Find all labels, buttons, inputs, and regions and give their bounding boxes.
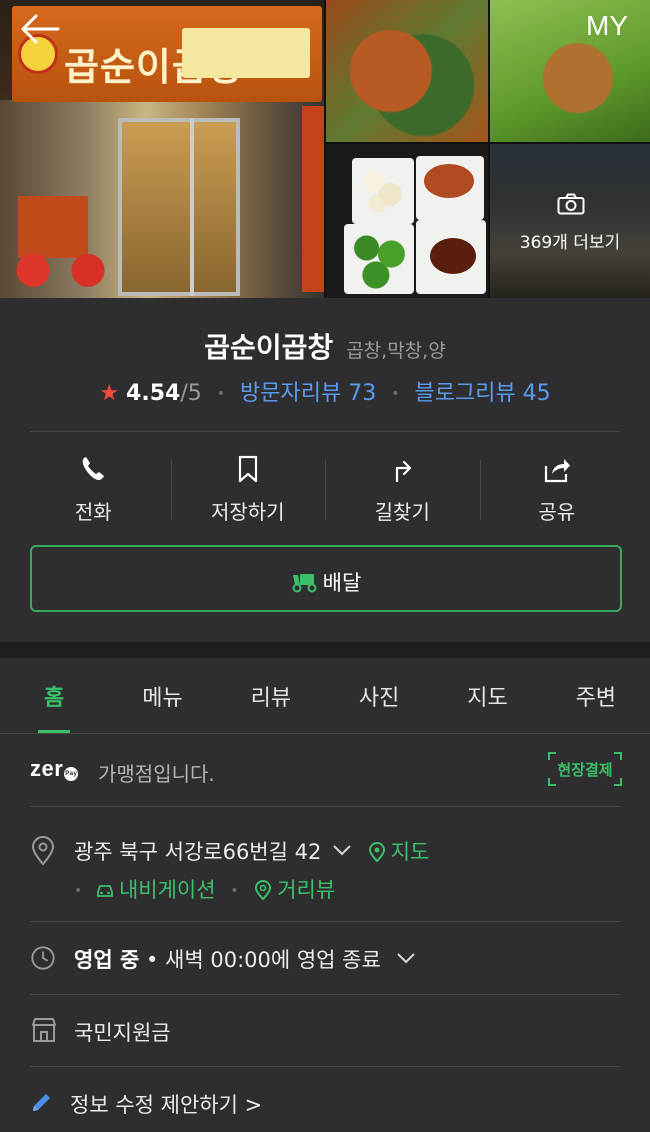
food-photo-stirfry[interactable] — [326, 0, 488, 142]
tab-bar: 홈 메뉴 리뷰 사진 지도 주변 — [0, 658, 650, 734]
delivery-button-content: 배달 — [32, 567, 620, 597]
food-photo-side-dishes[interactable] — [326, 144, 488, 298]
map-link[interactable]: 지도 — [367, 840, 430, 864]
store-door-frame — [190, 118, 194, 296]
street-view-pin-icon — [255, 880, 272, 900]
delivery-label: 배달 — [322, 571, 362, 595]
business-hours-row[interactable]: 영업 중 • 새벽 00:00에 영업 종료 — [30, 940, 622, 980]
phone-icon — [82, 457, 105, 480]
pencil-icon — [33, 1094, 50, 1111]
separator-dot: • — [230, 883, 239, 899]
red-chairs — [0, 252, 110, 298]
red-pepper-paste — [424, 164, 474, 198]
divider — [30, 431, 620, 432]
blog-reviews-link[interactable]: 블로그리뷰 45 — [414, 381, 550, 406]
save-button[interactable]: 저장하기 — [170, 446, 326, 530]
bookmark-icon — [238, 455, 257, 483]
address-line: 광주 북구 서강로66번길 42 지도 — [74, 836, 429, 866]
delivery-button[interactable]: 배달 — [30, 545, 622, 612]
directions-button[interactable]: 길찾기 — [325, 446, 480, 530]
star-icon: ★ — [99, 381, 120, 406]
street-view-label: 거리뷰 — [277, 878, 336, 902]
vertical-sign — [302, 106, 324, 292]
address-row: 광주 북구 서강로66번길 42 지도 • 내비게이션 • 거리뷰 — [30, 834, 622, 906]
location-pin-icon — [31, 836, 55, 866]
share-button[interactable]: 공유 — [479, 446, 635, 530]
tab-nearby[interactable]: 주변 — [542, 658, 650, 733]
camera-icon — [557, 193, 585, 215]
zero-pay-logo-badge: Pay — [64, 767, 79, 781]
rating-score: 4.54 — [126, 381, 181, 406]
directions-icon — [396, 460, 412, 483]
zero-pay-text: 가맹점입니다. — [98, 762, 215, 786]
edit-suggestion-text: 정보 수정 제안하기 > — [70, 1093, 263, 1117]
address-sub-links: • 내비게이션 • 거리뷰 — [74, 874, 335, 904]
share-label: 공유 — [538, 500, 576, 524]
clock-icon — [31, 946, 55, 970]
share-icon — [544, 459, 570, 483]
hours-detail: • 새벽 00:00에 영업 종료 — [145, 948, 381, 972]
hours-text: 영업 중 • 새벽 00:00에 영업 종료 — [74, 944, 416, 974]
address-text[interactable]: 광주 북구 서강로66번길 42 — [74, 840, 321, 864]
hours-status: 영업 중 — [74, 948, 140, 972]
tab-home[interactable]: 홈 — [0, 658, 108, 733]
divider — [30, 921, 620, 922]
separator-dot: • — [391, 386, 400, 402]
zero-pay-logo: zer Pay — [30, 756, 79, 782]
place-name: 곱순이곱창 — [204, 331, 334, 364]
navigation-label: 내비게이션 — [118, 878, 216, 902]
directions-label: 길찾기 — [374, 500, 430, 524]
chevron-down-icon[interactable] — [332, 843, 352, 857]
zero-pay-logo-text: zer — [30, 756, 64, 781]
support-fund-row: 국민지원금 — [30, 1012, 622, 1052]
map-pin-icon — [368, 842, 385, 862]
side-banner — [18, 196, 88, 258]
rating-row: ★ 4.54/5 • 방문자리뷰 73 • 블로그리뷰 45 — [0, 375, 650, 407]
call-label: 전화 — [74, 500, 112, 524]
tab-reviews[interactable]: 리뷰 — [217, 658, 325, 733]
more-photos-label[interactable]: 369개 더보기 — [505, 228, 635, 253]
back-arrow-icon[interactable] — [18, 12, 62, 46]
divider — [30, 994, 620, 995]
green-peppers — [348, 230, 410, 290]
tab-menu[interactable]: 메뉴 — [108, 658, 216, 733]
tab-photos[interactable]: 사진 — [325, 658, 433, 733]
action-bar: 전화 저장하기 길찾기 공유 — [16, 446, 634, 530]
street-view-link[interactable]: 거리뷰 — [253, 878, 335, 902]
rating-max: /5 — [180, 381, 202, 406]
photo-gallery[interactable]: 곱순이곱창 369개 더보기 MY — [0, 0, 650, 298]
visitor-reviews-link[interactable]: 방문자리뷰 73 — [240, 381, 376, 406]
navigation-link[interactable]: 내비게이션 — [95, 878, 222, 902]
divider — [30, 806, 620, 807]
separator-dot: • — [216, 386, 226, 402]
garlic-cloves — [362, 168, 402, 212]
tab-map[interactable]: 지도 — [433, 658, 541, 733]
car-icon — [97, 885, 113, 897]
my-button[interactable]: MY — [586, 10, 628, 42]
divider — [30, 1066, 620, 1067]
delivery-scooter-icon — [292, 574, 317, 593]
zero-pay-row: zer Pay 가맹점입니다. 현장결제 — [30, 752, 622, 788]
place-title-row: 곱순이곱창 곱창,막창,양 — [0, 326, 650, 366]
dipping-sauce — [430, 238, 476, 274]
chevron-down-icon[interactable] — [396, 951, 416, 965]
signboard-phone-panel — [182, 28, 310, 78]
edit-suggestion-row[interactable]: 정보 수정 제안하기 > — [30, 1084, 622, 1124]
onsite-payment-label: 현장결제 — [557, 761, 613, 779]
section-gap — [0, 642, 650, 658]
place-category: 곱창,막창,양 — [346, 340, 446, 362]
save-label: 저장하기 — [210, 500, 285, 524]
more-photos-overlay[interactable] — [490, 144, 650, 298]
separator-dot: • — [74, 883, 83, 899]
map-link-label: 지도 — [390, 840, 430, 864]
support-fund-text: 국민지원금 — [74, 1021, 171, 1045]
store-icon — [32, 1018, 56, 1042]
store-door — [118, 118, 240, 296]
onsite-payment-badge[interactable]: 현장결제 — [548, 752, 622, 786]
call-button[interactable]: 전화 — [16, 446, 171, 530]
